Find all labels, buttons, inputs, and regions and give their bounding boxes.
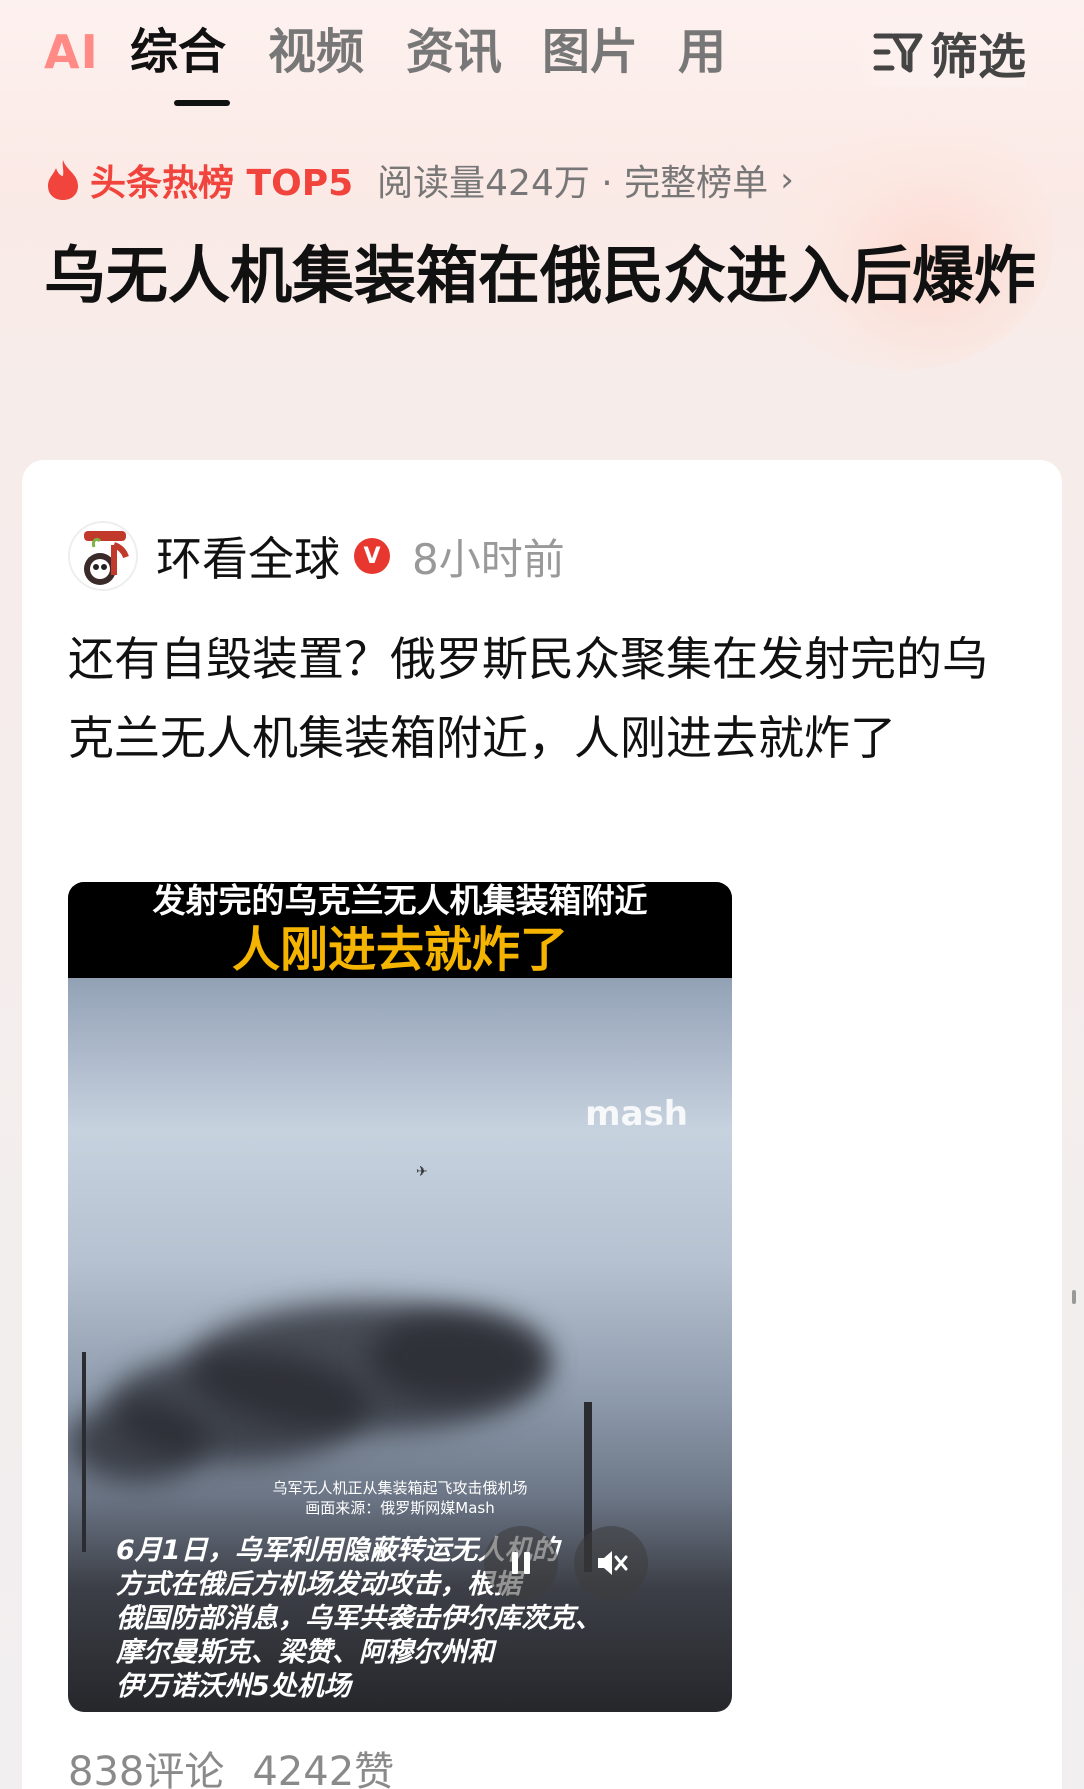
avatar[interactable]	[68, 521, 138, 591]
scrollbar[interactable]	[1072, 1290, 1076, 1304]
video-subtitle-line: 6月1日，乌军利用隐蔽转运无人机的	[116, 1535, 559, 1566]
video-source-caption-line-1: 乌军无人机正从集装箱起飞攻击俄机场	[272, 1479, 528, 1497]
post-text[interactable]: 还有自毁装置？俄罗斯民众聚集在发射完的乌克兰无人机集装箱附近，人刚进去就炸了	[68, 620, 1028, 778]
video-subtitle: 6月1日，乌军利用隐蔽转运无人机的 方式在俄后方机场发动攻击，根据 俄国防部消息…	[116, 1534, 636, 1704]
author-name[interactable]: 环看全球	[156, 523, 340, 589]
tab-news[interactable]: 资讯	[406, 18, 502, 86]
tab-ai[interactable]: AI	[44, 18, 99, 86]
video-player[interactable]: 发射完的乌克兰无人机集装箱附近 人刚进去就炸了 mash ✈ 乌军无人机正从集装…	[68, 882, 732, 1712]
author-row[interactable]: 环看全球 V 8小时前	[68, 520, 565, 592]
like-count[interactable]: 4242赞	[252, 1739, 394, 1789]
hot-list-meta[interactable]: 阅读量424万 · 完整榜单	[377, 154, 768, 206]
search-tab-bar: AI 综合 视频 资讯 图片 用 筛选	[0, 18, 1084, 108]
video-title-line-1: 发射完的乌克兰无人机集装箱附近	[152, 882, 648, 920]
tab-video[interactable]: 视频	[268, 18, 364, 86]
post-card[interactable]: 环看全球 V 8小时前 还有自毁装置？俄罗斯民众聚集在发射完的乌克兰无人机集装箱…	[22, 460, 1062, 1789]
mute-button[interactable]	[574, 1526, 648, 1600]
comment-count[interactable]: 838评论	[68, 1739, 224, 1789]
filter-label: 筛选	[930, 29, 1027, 85]
video-title-banner: 发射完的乌克兰无人机集装箱附近 人刚进去就炸了	[68, 882, 732, 978]
pause-button[interactable]	[484, 1526, 558, 1600]
drone-icon: ✈	[416, 1164, 428, 1180]
active-tab-indicator	[174, 100, 230, 106]
panda-logo-icon	[84, 531, 129, 585]
hot-list-label: 头条热榜 TOP5	[90, 163, 354, 204]
pause-icon	[512, 1552, 530, 1574]
video-subtitle-line: 俄国防部消息，乌军共袭击伊尔库茨克、	[116, 1603, 602, 1634]
hot-list-bar[interactable]: 头条热榜 TOP5 阅读量424万 · 完整榜单 ›	[44, 152, 794, 208]
video-subtitle-line: 伊万诺沃州5处机场	[116, 1671, 351, 1702]
filter-icon	[873, 33, 923, 73]
video-subtitle-line: 方式在俄后方机场发动攻击，根据	[116, 1569, 521, 1600]
video-source-caption: 乌军无人机正从集装箱起飞攻击俄机场 画面来源：俄罗斯网媒Mash	[68, 1478, 732, 1518]
verified-badge-icon: V	[354, 538, 390, 574]
video-source-caption-line-2: 画面来源：俄罗斯网媒Mash	[305, 1499, 495, 1517]
muted-speaker-icon	[598, 1551, 628, 1575]
tab-images[interactable]: 图片	[542, 18, 638, 86]
video-watermark: mash	[585, 1094, 688, 1134]
filter-button[interactable]: 筛选	[858, 18, 1027, 86]
post-timestamp: 8小时前	[412, 534, 565, 584]
page-title[interactable]: 乌无人机集装箱在俄民众进入后爆炸	[44, 230, 1044, 322]
post-stats: 838评论 4242赞	[68, 1740, 422, 1789]
video-subtitle-line: 摩尔曼斯克、梁赞、阿穆尔州和	[116, 1637, 494, 1668]
video-title-line-2: 人刚进去就炸了	[231, 922, 568, 978]
chevron-right-icon: ›	[780, 160, 794, 200]
tab-comprehensive[interactable]: 综合	[130, 18, 226, 86]
flame-icon	[48, 160, 78, 200]
tab-users[interactable]: 用	[678, 18, 726, 86]
